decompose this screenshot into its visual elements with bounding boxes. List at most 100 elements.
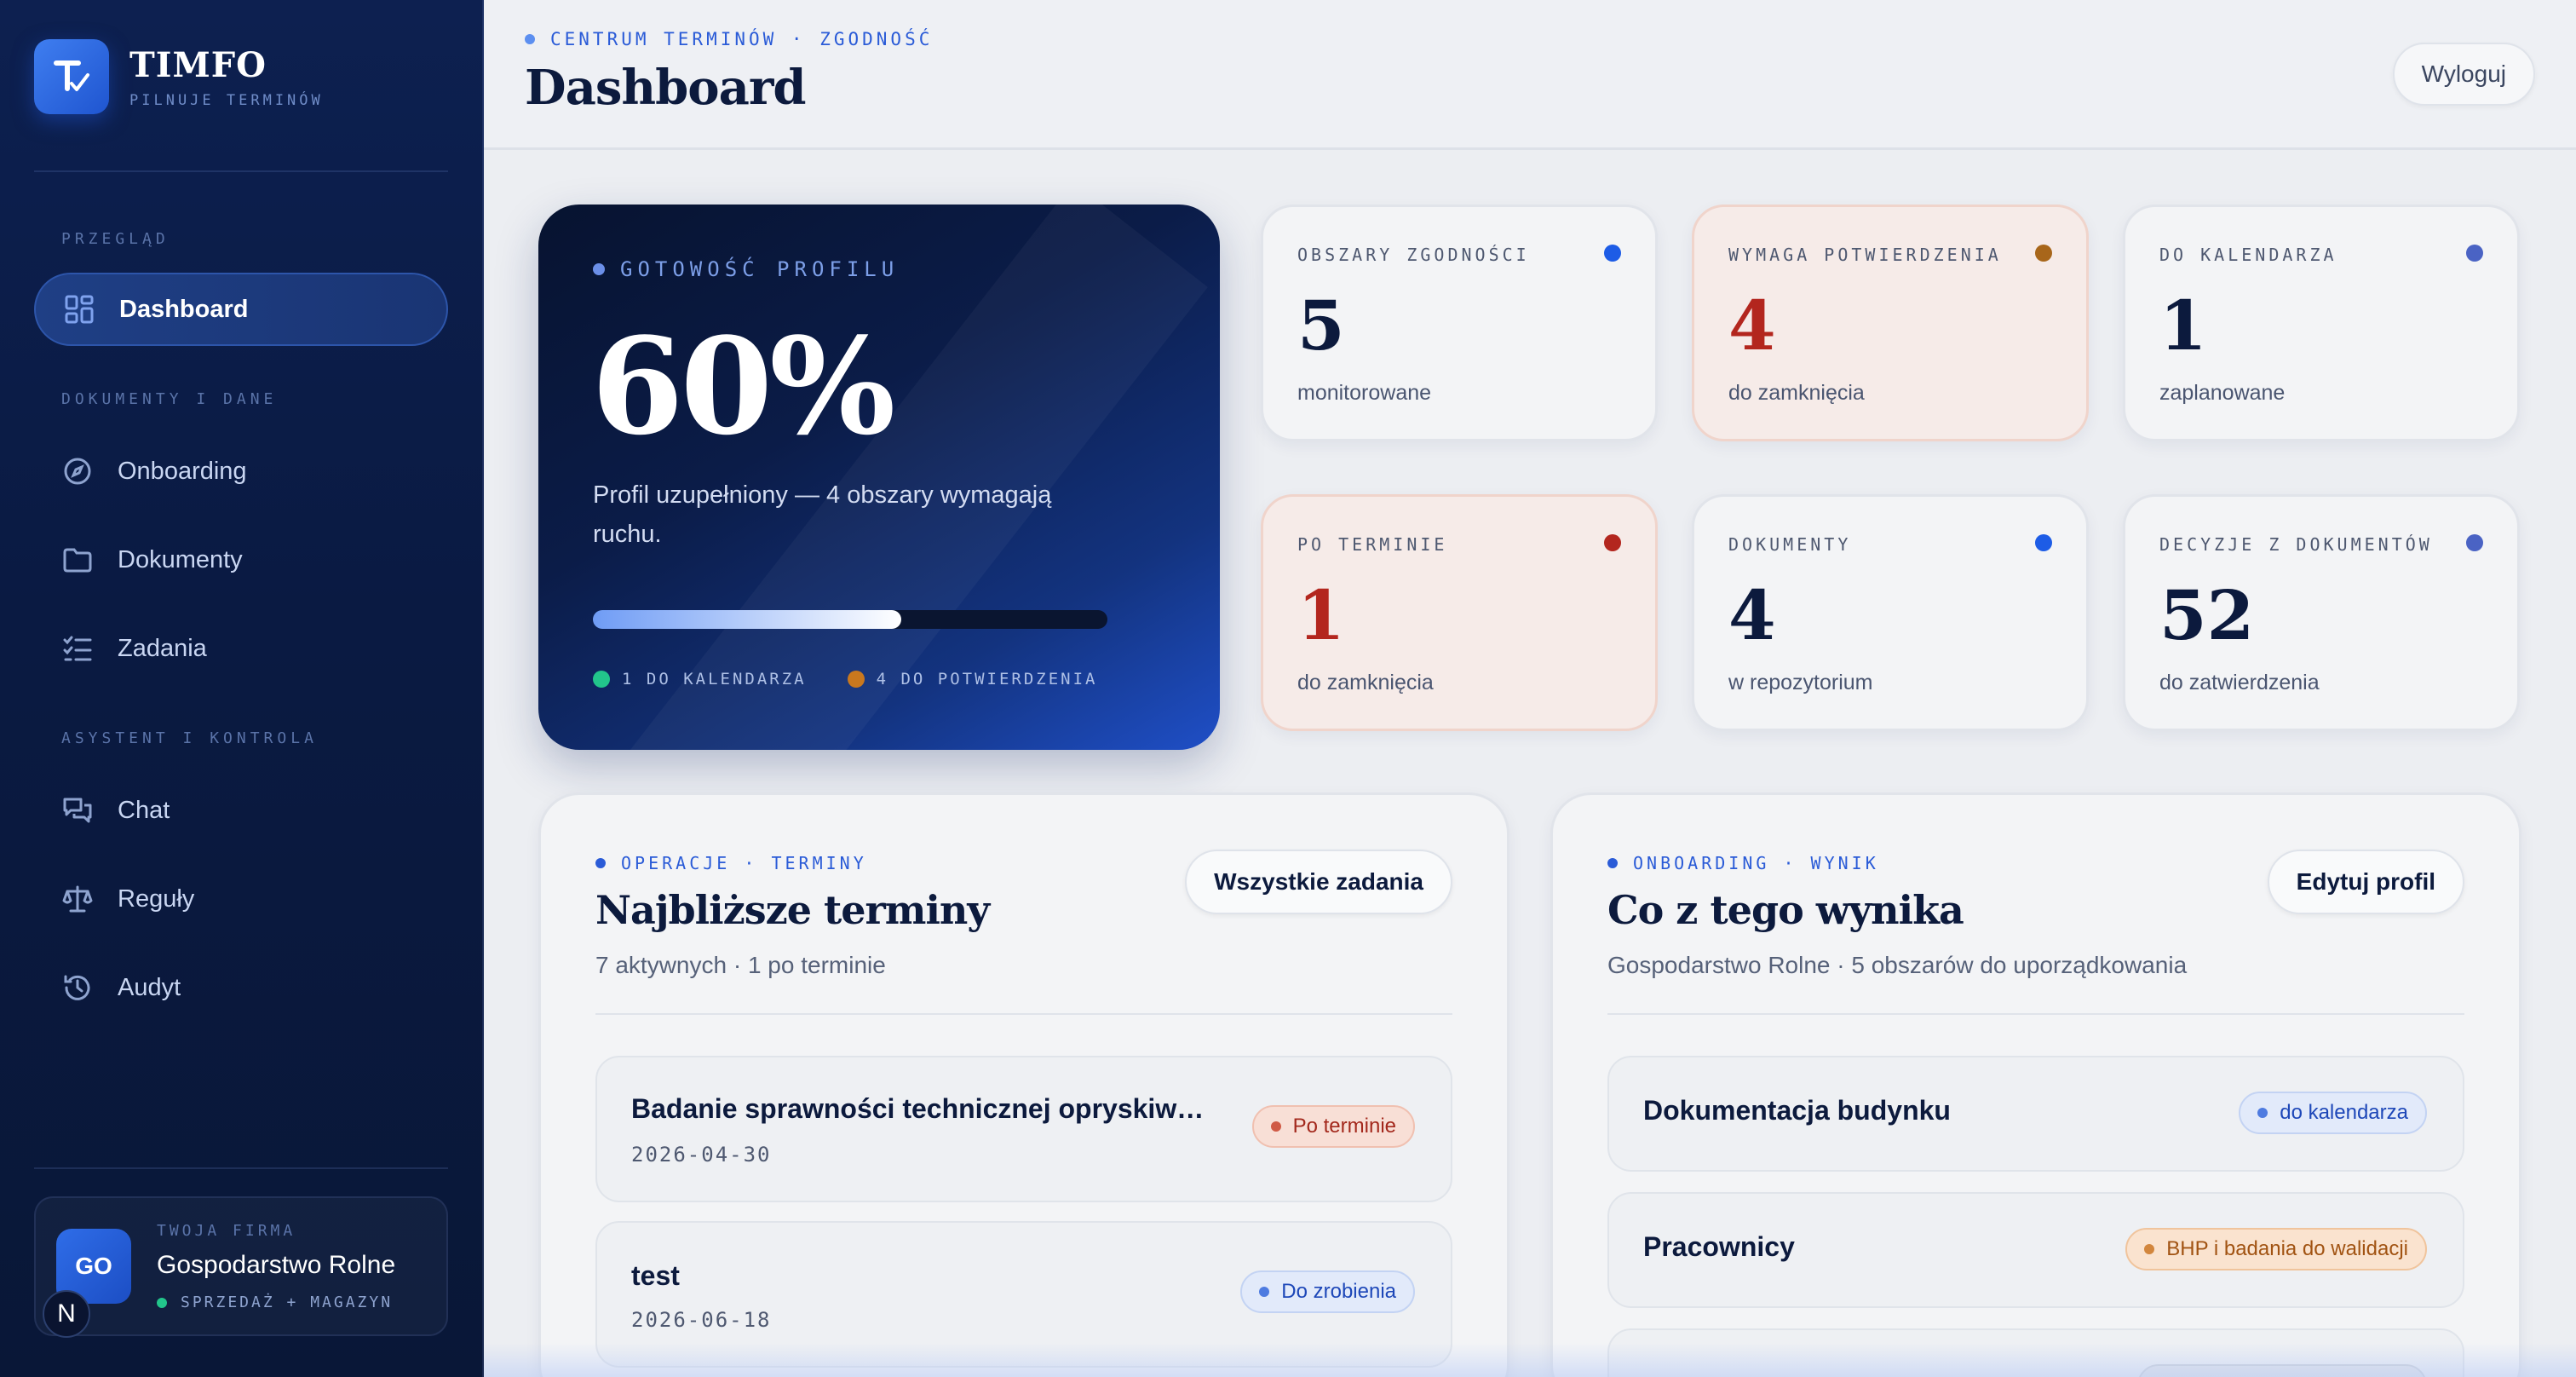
- stat-value: 1: [2159, 285, 2207, 366]
- onboarding-row[interactable]: [1607, 1328, 2464, 1377]
- sidebar-item-onboarding[interactable]: Onboarding: [34, 435, 448, 508]
- stat-status-dot: [2466, 534, 2483, 551]
- panel-kicker: ONBOARDING · WYNIK: [1607, 853, 1879, 873]
- stat-label: OBSZARY ZGODNOŚCI: [1297, 245, 1530, 265]
- deadline-title: test: [631, 1260, 680, 1291]
- readiness-value: 60%: [591, 308, 895, 464]
- panel-title: Co z tego wynika: [1607, 887, 1964, 933]
- deadline-title: Badanie sprawności technicznej opryskiw…: [631, 1093, 1205, 1124]
- nav-section-overview: PRZEGLĄD: [61, 230, 170, 248]
- stat-label: WYMAGA POTWIERDZENIA: [1728, 245, 2002, 265]
- profile-readiness-card: GOTOWOŚĆ PROFILU 60% Profil uzupełniony …: [538, 205, 1220, 750]
- brand[interactable]: TIMFO PILNUJE TERMINÓW: [34, 39, 324, 114]
- status-badge: Do zrobienia: [1240, 1270, 1415, 1313]
- page-header: CENTRUM TERMINÓW · ZGODNOŚĆ Dashboard Wy…: [484, 0, 2576, 150]
- kicker-dot: [593, 263, 605, 275]
- panel-kicker-text: OPERACJE · TERMINY: [621, 853, 867, 873]
- stat-status-dot: [2466, 245, 2483, 262]
- stat-label: DOKUMENTY: [1728, 534, 1852, 555]
- onboarding-row-title: Dokumentacja budynku: [1643, 1095, 1951, 1126]
- panel-kicker-text: ONBOARDING · WYNIK: [1633, 853, 1879, 873]
- stat-value: 52: [2159, 575, 2255, 655]
- onboarding-row[interactable]: Dokumentacja budynku do kalendarza: [1607, 1056, 2464, 1172]
- onboarding-row-title: Pracownicy: [1643, 1231, 1795, 1262]
- deadline-row[interactable]: test 2026-06-18 Do zrobienia: [595, 1221, 1452, 1368]
- badge-dot: [1270, 1121, 1281, 1132]
- company-label: TWOJA FIRMA: [157, 1222, 296, 1240]
- stat-documents[interactable]: DOKUMENTY 4 w repozytorium: [1692, 494, 2089, 731]
- stat-to-calendar[interactable]: DO KALENDARZA 1 zaplanowane: [2123, 205, 2520, 441]
- stat-subtitle: do zatwierdzenia: [2159, 671, 2320, 694]
- badge-dot: [1259, 1287, 1270, 1297]
- panel-kicker: OPERACJE · TERMINY: [595, 853, 867, 873]
- company-card[interactable]: GO N TWOJA FIRMA Gospodarstwo Rolne SPRZ…: [34, 1196, 448, 1338]
- sidebar-item-label: Reguły: [118, 884, 195, 913]
- stat-label: DECYZJE Z DOKUMENTÓW: [2159, 534, 2433, 555]
- stat-status-dot: [1604, 534, 1621, 551]
- legend-dot: [593, 671, 610, 688]
- sidebar-item-dashboard[interactable]: Dashboard: [34, 273, 448, 346]
- stat-needs-confirmation[interactable]: WYMAGA POTWIERDZENIA 4 do zamknięcia: [1692, 205, 2089, 441]
- deadline-row[interactable]: Badanie sprawności technicznej opryskiw……: [595, 1056, 1452, 1202]
- legend-dot: [847, 671, 865, 688]
- hero-kicker: GOTOWOŚĆ PROFILU: [593, 257, 899, 281]
- status-badge: do kalendarza: [2239, 1092, 2427, 1134]
- grid-icon: [63, 293, 95, 326]
- kicker-dot: [1607, 858, 1618, 868]
- app-name: TIMFO: [129, 44, 267, 85]
- badge-dot: [2144, 1244, 2155, 1254]
- sidebar-divider: [34, 1167, 448, 1169]
- status-badge: Po terminie: [1251, 1105, 1415, 1148]
- sidebar-item-chat[interactable]: Chat: [34, 774, 448, 847]
- sidebar-item-label: Dashboard: [119, 295, 249, 323]
- logo-mark-icon: [54, 60, 89, 91]
- all-tasks-button[interactable]: Wszystkie zadania: [1185, 850, 1452, 914]
- legend-item-calendar: 1 DO KALENDARZA: [593, 670, 807, 688]
- breadcrumb-text: CENTRUM TERMINÓW · ZGODNOŚĆ: [550, 29, 934, 49]
- notification-badge[interactable]: N: [43, 1290, 90, 1338]
- stat-value: 1: [1297, 575, 1345, 655]
- stat-value: 5: [1297, 285, 1345, 366]
- stat-label: PO TERMINIE: [1297, 534, 1448, 555]
- sidebar-item-label: Onboarding: [118, 457, 247, 485]
- stat-decisions[interactable]: DECYZJE Z DOKUMENTÓW 52 do zatwierdzenia: [2123, 494, 2520, 731]
- history-icon: [61, 971, 94, 1004]
- compass-icon: [61, 455, 94, 487]
- sidebar: TIMFO PILNUJE TERMINÓW PRZEGLĄD Dashboar…: [0, 0, 484, 1377]
- breadcrumb: CENTRUM TERMINÓW · ZGODNOŚĆ: [525, 29, 933, 49]
- stat-status-dot: [2035, 245, 2052, 262]
- stat-subtitle: w repozytorium: [1728, 671, 1873, 694]
- chat-icon: [61, 794, 94, 827]
- sidebar-item-rules[interactable]: Reguły: [34, 862, 448, 936]
- sidebar-item-label: Zadania: [118, 634, 207, 662]
- edit-profile-button[interactable]: Edytuj profil: [2267, 850, 2464, 914]
- sidebar-item-label: Dokumenty: [118, 545, 243, 573]
- readiness-progress-bar: [593, 610, 1107, 629]
- status-badge-label: BHP i badania do walidacji: [2166, 1237, 2408, 1260]
- logout-button[interactable]: Wyloguj: [2392, 43, 2535, 106]
- panel-divider: [595, 1013, 1452, 1015]
- panel-subtitle: 7 aktywnych · 1 po terminie: [595, 952, 886, 978]
- legend-label: 1 DO KALENDARZA: [622, 670, 807, 688]
- panel-subtitle: Gospodarstwo Rolne · 5 obszarów do uporz…: [1607, 952, 2188, 978]
- nav-section-documents: DOKUMENTY I DANE: [61, 390, 278, 408]
- company-dept: SPRZEDAŻ + MAGAZYN: [157, 1293, 393, 1311]
- status-dot: [157, 1297, 167, 1308]
- folder-icon: [61, 544, 94, 576]
- stat-overdue[interactable]: PO TERMINIE 1 do zamknięcia: [1261, 494, 1658, 731]
- scale-icon: [61, 883, 94, 915]
- onboarding-result-panel: ONBOARDING · WYNIK Co z tego wynika Gosp…: [1550, 792, 2521, 1377]
- progress-fill: [593, 610, 902, 629]
- status-badge-label: Po terminie: [1292, 1115, 1396, 1138]
- sidebar-item-documents[interactable]: Dokumenty: [34, 523, 448, 596]
- stat-value: 4: [1728, 285, 1776, 366]
- nav-section-assistant: ASYSTENT I KONTROLA: [61, 729, 318, 747]
- readiness-description: Profil uzupełniony — 4 obszary wymagają …: [593, 481, 1052, 548]
- stat-status-dot: [2035, 534, 2052, 551]
- sidebar-item-tasks[interactable]: Zadania: [34, 612, 448, 685]
- hero-legend: 1 DO KALENDARZA 4 DO POTWIERDZENIA: [593, 670, 1139, 688]
- sidebar-item-audit[interactable]: Audyt: [34, 951, 448, 1024]
- onboarding-row[interactable]: Pracownicy BHP i badania do walidacji: [1607, 1192, 2464, 1308]
- stat-compliance-areas[interactable]: OBSZARY ZGODNOŚCI 5 monitorowane: [1261, 205, 1658, 441]
- company-name: Gospodarstwo Rolne: [157, 1251, 396, 1279]
